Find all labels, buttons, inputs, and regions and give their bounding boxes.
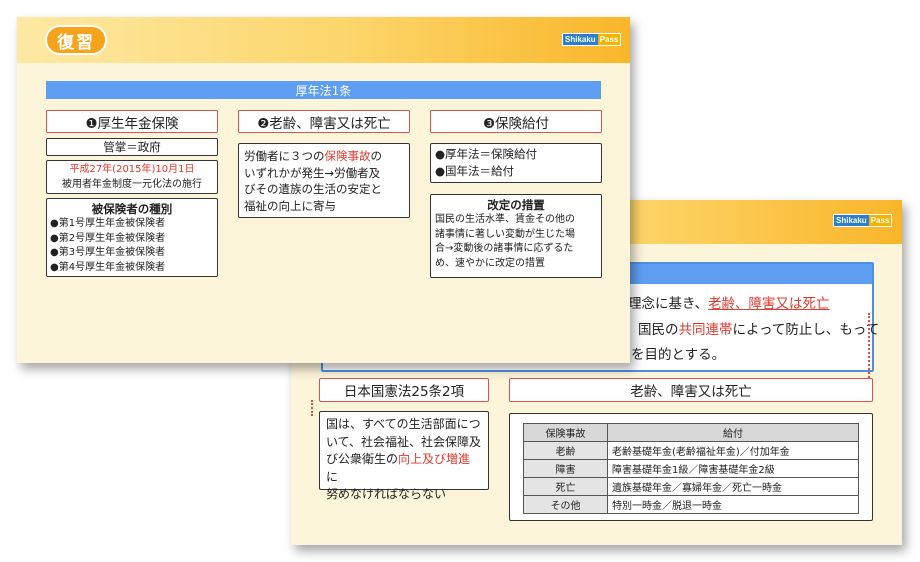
- col2-title-box: ❷老齢、障害又は死亡: [238, 110, 410, 133]
- col3-items-box: ●厚年法＝保険給付 ●国年法＝給付: [430, 143, 602, 183]
- connector-dotted-left: [311, 400, 313, 416]
- table-header-row: 保険事故 給付: [523, 423, 859, 442]
- revision-box: 改定の措置 国民の生活水準、賃金その他の 諸事情に著しい変動が生じた場 合→変動…: [430, 194, 602, 278]
- date-box: 平成27年(2015年)10月1日 被用者年金制度一元化法の施行: [46, 160, 218, 194]
- insured-box: 被保険者の種別 ●第1号厚生年金被保険者 ●第2号厚生年金被保険者 ●第3号厚生…: [46, 198, 218, 277]
- col2-body-box: 労働者に３つの保険事故の いずれかが発生→労働者及 びその遺族の生活の安定と 福…: [238, 143, 410, 218]
- benefits-table: 保険事故 給付 老齢 老齢基礎年金(老齢福祉年金)／付加年金 障害 障害基礎年金…: [523, 423, 859, 514]
- kansho-box: 管掌＝政府: [46, 138, 218, 156]
- list-item: ●第3号厚生年金被保険者: [50, 247, 166, 258]
- table-row: 死亡 遺族基礎年金／寡婦年金／死亡一時金: [523, 477, 859, 496]
- table-row: その他 特別一時金／脱退一時金: [523, 495, 859, 514]
- law-title-bar: 厚年法1条: [46, 81, 601, 99]
- review-badge: 復習: [45, 25, 107, 55]
- list-item: ●厚年法＝保険給付: [435, 147, 538, 161]
- events-title-box: 老齢、障害又は死亡: [509, 378, 873, 402]
- table-row: 老齢 老齢基礎年金(老齢福祉年金)／付加年金: [523, 441, 859, 460]
- col1-title-box: ❶厚生年金保険: [46, 110, 218, 133]
- table-row: 障害 障害基礎年金1級／障害基礎年金2級: [523, 459, 859, 478]
- front-slide: 復習 Shikaku Pass 厚年法1条 ❶厚生年金保険 管掌＝政府 平成27年…: [17, 17, 630, 363]
- connector-dotted-right: [868, 313, 870, 378]
- constitution-text-box: 国は、すべての生活部面につ いて、社会福祉、社会保障及 び公衆衛生の向上及び増進…: [319, 411, 489, 501]
- front-slide-header: [17, 17, 630, 63]
- list-item: ●第4号厚生年金被保険者: [50, 261, 166, 273]
- list-item: ●第2号厚生年金被保険者: [50, 232, 166, 244]
- purpose-line-1: する理念に基き、老齢、障害又は死亡: [601, 296, 830, 312]
- purpose-line-3: を目的とする。: [631, 347, 726, 363]
- purpose-line-2: 国民の共同連帯によって防止し、もって: [638, 322, 880, 338]
- constitution-title-box: 日本国憲法25条2項: [319, 378, 489, 402]
- col3-title-box: ❸保険給付: [430, 110, 602, 133]
- shikakupass-logo: Shikaku Pass: [833, 214, 893, 227]
- list-item: ●第1号厚生年金被保険者: [50, 218, 166, 229]
- list-item: ●国年法＝給付: [435, 164, 515, 178]
- shikakupass-logo: Shikaku Pass: [562, 33, 622, 46]
